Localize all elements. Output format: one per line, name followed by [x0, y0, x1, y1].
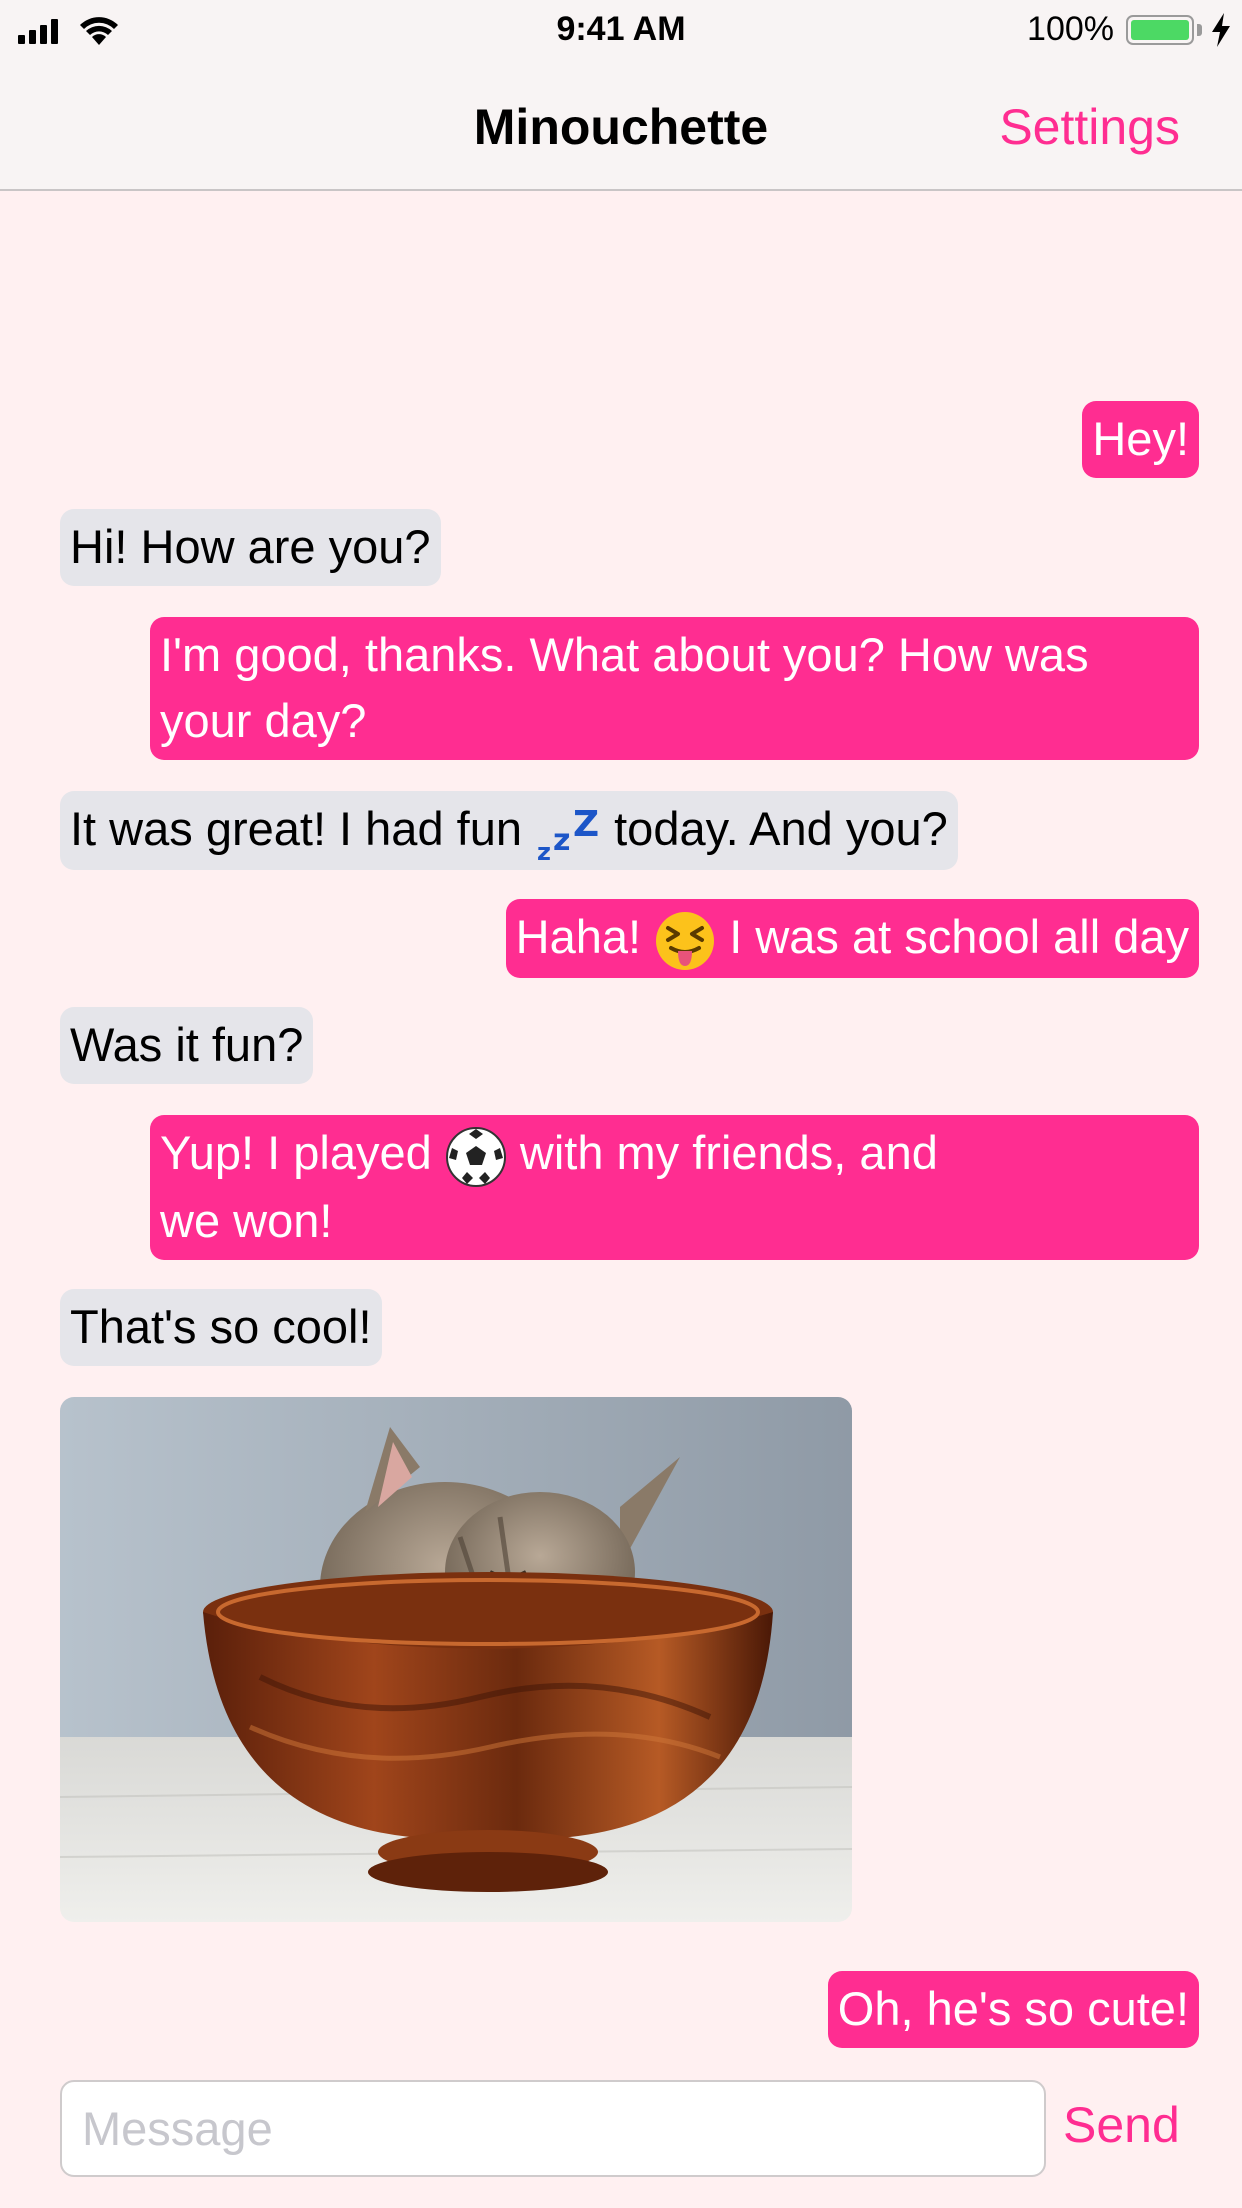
message-text: today. And you? — [614, 802, 948, 855]
status-bar: 9:41 AM 100% — [0, 0, 1242, 62]
message-input[interactable] — [60, 2080, 1046, 2177]
message-bubble-incoming: That's so cool! — [60, 1289, 382, 1366]
message-text: Haha! — [515, 910, 642, 963]
message-text: with my friends, and — [519, 1126, 938, 1179]
soccer-ball-icon — [445, 1126, 506, 1187]
svg-text:z: z — [553, 823, 570, 858]
message-text: we won! — [160, 1193, 333, 1247]
sleeping-zzz-icon: z z Z — [537, 804, 599, 864]
navigation-bar: Minouchette Settings — [0, 62, 1242, 191]
message-bubble-outgoing: Oh, he's so cute! — [827, 1971, 1199, 2048]
squinting-tongue-face-icon — [656, 911, 715, 970]
message-bubble-outgoing: Haha! I was at school all day — [505, 899, 1199, 978]
message-text: It was great! I had fun — [70, 802, 522, 855]
message-text: I'm good, thanks. What about you? How wa… — [160, 628, 1089, 747]
message-bubble-outgoing: Yup! I played with my friends, and we wo… — [150, 1115, 1199, 1260]
svg-text:z: z — [537, 838, 551, 864]
message-bubble-incoming: Hi! How are you? — [60, 509, 441, 586]
message-text: Hi! How are you? — [70, 520, 431, 573]
message-text: That's so cool! — [70, 1300, 372, 1353]
battery-tip — [1197, 24, 1202, 36]
message-text: Yup! I played — [160, 1126, 432, 1179]
svg-text:Z: Z — [573, 804, 599, 845]
charging-bolt-icon — [1212, 13, 1230, 47]
settings-button[interactable]: Settings — [999, 98, 1180, 156]
message-text: Oh, he's so cute! — [837, 1982, 1189, 2035]
message-bubble-incoming: Was it fun? — [60, 1007, 314, 1084]
send-button[interactable]: Send — [1063, 2096, 1180, 2154]
kitten-photo — [60, 1397, 852, 1922]
message-bubble-incoming: It was great! I had fun z z Z today. And… — [60, 791, 958, 870]
message-text: Hey! — [1092, 412, 1189, 465]
battery-percent: 100% — [1027, 10, 1114, 48]
battery-icon — [1126, 15, 1194, 45]
message-bubble-outgoing: Hey! — [1082, 401, 1199, 478]
kitten-photo-message[interactable] — [60, 1397, 852, 1922]
message-bubble-outgoing: I'm good, thanks. What about you? How wa… — [150, 617, 1199, 760]
message-text: Was it fun? — [70, 1018, 304, 1071]
message-text: I was at school all day — [729, 910, 1189, 963]
